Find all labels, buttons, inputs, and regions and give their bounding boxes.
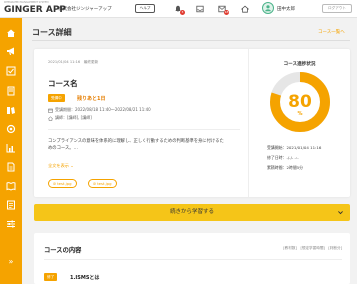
course-list-link[interactable]: コース一覧へ	[318, 29, 345, 35]
message-icon[interactable]: 18	[217, 3, 229, 15]
home-icon[interactable]	[240, 3, 250, 14]
status-badge: 受講中	[48, 94, 65, 102]
progress-donut: 80 %	[268, 70, 332, 134]
notification-bell-icon[interactable]: 3	[173, 3, 185, 15]
attachment-name: test.jpg	[97, 181, 112, 186]
show-full-text-link[interactable]: 全文を表示 ⌄	[48, 163, 74, 169]
attachment-icon: ⊘	[53, 181, 57, 186]
inbox-icon[interactable]	[195, 3, 205, 14]
last-updated: 2021/01/04 11:16 最終更新	[48, 60, 99, 64]
progress-panel: コース進捗状況 80 % 受講開始：2021/01/04 11:16 修了日時：…	[248, 49, 350, 197]
gear-check-icon[interactable]	[5, 123, 17, 135]
chevron-down-icon	[338, 211, 343, 215]
attachment-chip[interactable]: ⊘ test.jpg	[88, 179, 117, 188]
progress-value: 80	[288, 92, 312, 112]
progress-unit: %	[297, 111, 303, 117]
period-text: 受講期間：2022/08/18 11:40〜2022/08/21 11:40	[55, 107, 151, 112]
contents-summary: [教材数] [想定学習時間] [判断分]	[283, 246, 342, 250]
help-button[interactable]: ヘルプ	[135, 4, 155, 13]
total-time: 累積時間：2時間5分	[267, 165, 304, 170]
course-name: コース名	[48, 79, 78, 88]
course-period: 受講期間：2022/08/18 11:40〜2022/08/21 11:40	[48, 107, 151, 113]
calendar-icon	[48, 108, 53, 113]
user-name[interactable]: 田中太郎	[277, 6, 295, 12]
message-badge: 18	[224, 10, 229, 15]
checklist-icon[interactable]	[5, 65, 17, 77]
logout-button[interactable]: ログアウト	[322, 4, 352, 13]
divider	[32, 40, 350, 41]
divider	[44, 259, 342, 260]
home-icon[interactable]	[5, 27, 17, 39]
continue-learning-button[interactable]: 続きから学習する	[34, 204, 350, 221]
course-contents-card: コースの内容 [教材数] [想定学習時間] [判断分] 修了 1.ISMSとは	[34, 233, 350, 284]
page-title: コース詳細	[32, 28, 72, 37]
logo-text: GINGER APP	[4, 5, 67, 15]
sidebar: »	[0, 18, 22, 284]
document-icon[interactable]	[5, 161, 17, 173]
cta-label: 続きから学習する	[169, 209, 214, 215]
sliders-icon[interactable]	[5, 218, 17, 230]
instructor-text: 講師：[講師], [講師]	[55, 115, 92, 120]
book-open-icon[interactable]	[5, 180, 17, 192]
top-bar: INTEGRATED MANAGEMENT SYSTEM GINGER APP …	[0, 0, 357, 18]
megaphone-icon[interactable]	[5, 45, 17, 57]
section-title[interactable]: 1.ISMSとは	[70, 274, 99, 281]
attachment-icon: ⊘	[93, 181, 97, 186]
books-icon[interactable]	[5, 104, 17, 116]
document-list-icon[interactable]	[5, 199, 17, 211]
course-card: 2021/01/04 11:16 最終更新 コース名 受講中 残りあと1日 受講…	[34, 49, 350, 197]
company-name: 株式会社ジンジャーアップ	[58, 7, 112, 12]
chart-icon[interactable]	[5, 142, 17, 154]
divider	[48, 129, 240, 130]
remaining-days: 残りあと1日	[77, 96, 106, 102]
course-instructor: 講師：[講師], [講師]	[48, 115, 92, 121]
course-description: コンプライアンスの意味を体系的に理解し、正しく行動するための判断基準を身に付ける…	[48, 139, 224, 151]
completion-date: 修了日時：-/-/- -:-	[267, 155, 299, 160]
attachment-chip[interactable]: ⊘ test.jpg	[48, 179, 77, 188]
instructor-icon	[48, 115, 53, 121]
book-icon[interactable]	[5, 85, 17, 97]
logo-tagline: INTEGRATED MANAGEMENT SYSTEM	[4, 1, 49, 4]
notification-badge: 3	[180, 10, 185, 15]
progress-title: コース進捗状況	[283, 62, 316, 67]
start-date: 受講開始：2021/01/04 11:16	[267, 145, 322, 150]
contents-title: コースの内容	[44, 247, 82, 254]
avatar[interactable]	[262, 2, 274, 14]
attachment-name: test.jpg	[57, 181, 72, 186]
sidebar-expand-icon[interactable]: »	[5, 256, 17, 268]
section-status-badge: 修了	[44, 273, 58, 281]
